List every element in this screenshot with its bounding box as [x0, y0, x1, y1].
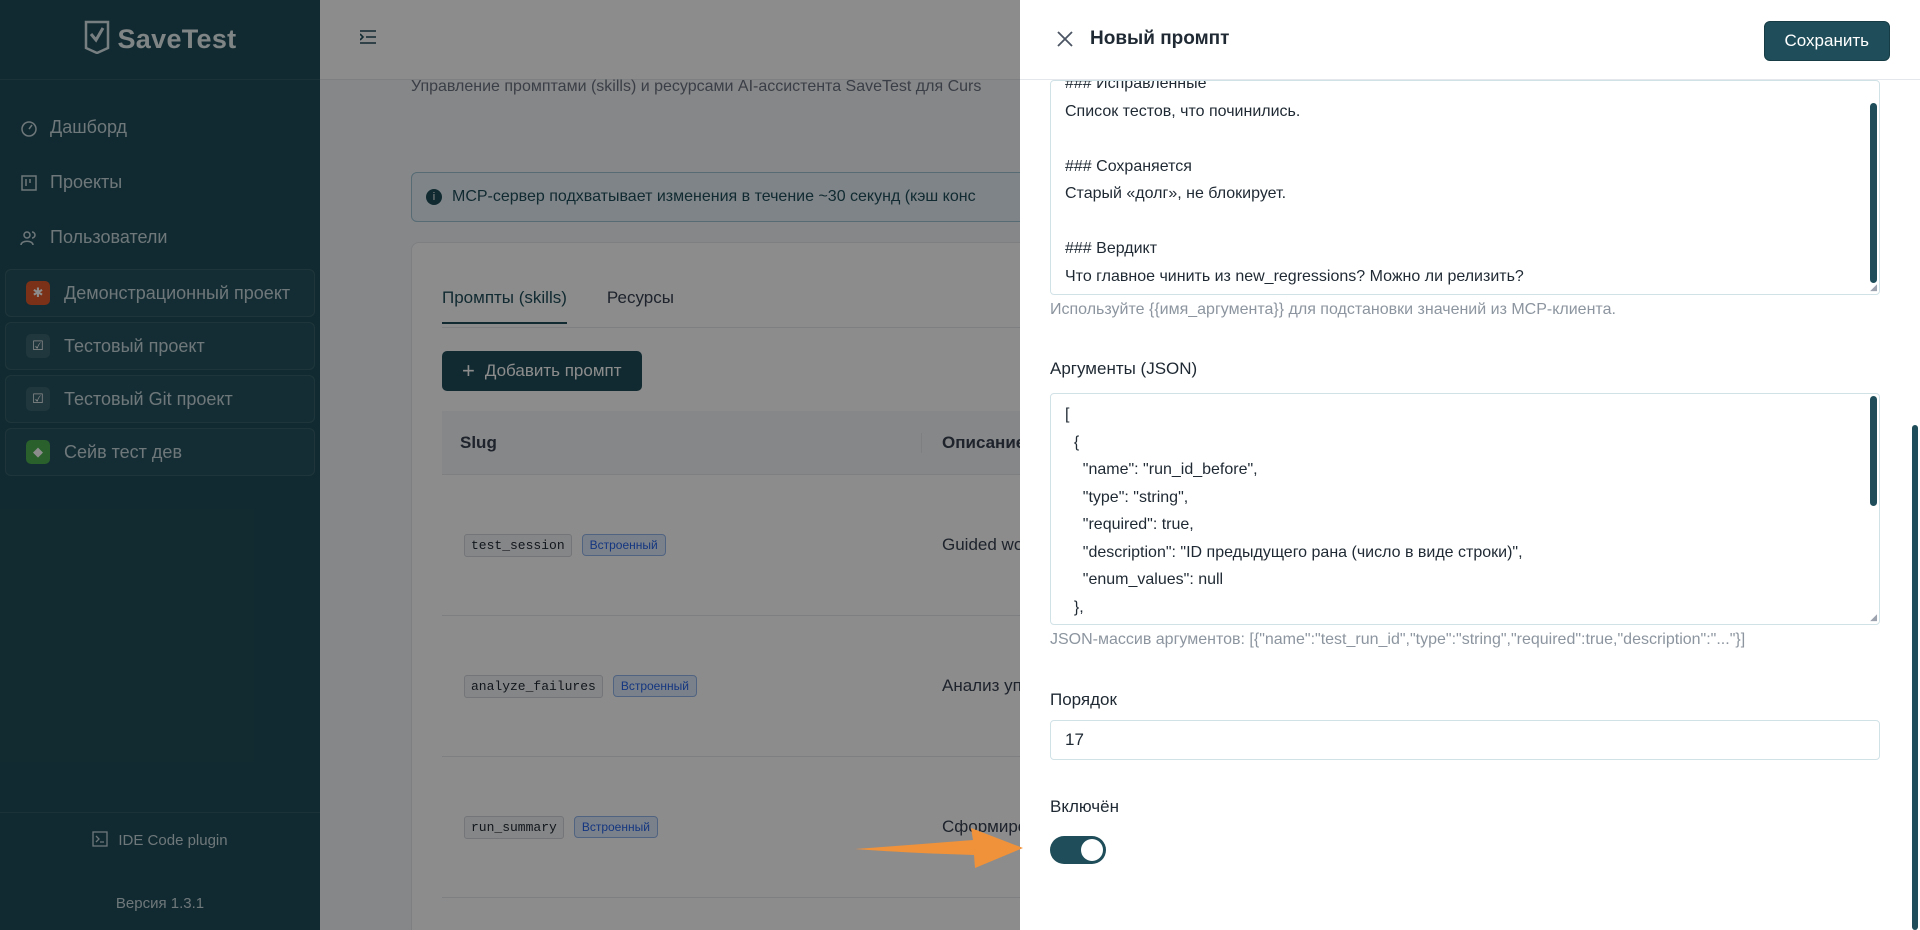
- arguments-field: [ { "name": "run_id_before", "type": "st…: [1050, 393, 1880, 649]
- order-input[interactable]: 17: [1050, 720, 1880, 760]
- close-icon[interactable]: [1054, 28, 1076, 50]
- order-field: Порядок 17: [1050, 690, 1880, 760]
- arguments-hint: JSON-массив аргументов: [{"name":"test_r…: [1050, 631, 1746, 648]
- enabled-field: Включён: [1050, 797, 1880, 817]
- drawer-scrollbar-thumb[interactable]: [1912, 425, 1918, 930]
- drawer-header: Новый промпт Сохранить: [1020, 0, 1920, 80]
- drawer-title: Новый промпт: [1090, 28, 1230, 49]
- save-button[interactable]: Сохранить: [1763, 21, 1890, 61]
- order-label: Порядок: [1050, 690, 1117, 709]
- template-text: ### Исправленные Список тестов, что почи…: [1065, 80, 1524, 285]
- template-hint: Используйте {{имя_аргумента}} для подста…: [1050, 301, 1616, 318]
- toggle-knob: [1081, 839, 1103, 861]
- template-field: ### Исправленные Список тестов, что почи…: [1050, 80, 1880, 319]
- template-textarea[interactable]: ### Исправленные Список тестов, что почи…: [1050, 80, 1880, 295]
- textarea-scrollbar[interactable]: [1870, 103, 1877, 283]
- enabled-toggle[interactable]: [1050, 836, 1106, 864]
- annotation-arrow-icon: [855, 828, 1023, 868]
- resize-handle[interactable]: ◢: [1870, 612, 1877, 623]
- arguments-label: Аргументы (JSON): [1050, 359, 1198, 378]
- textarea-scrollbar[interactable]: [1870, 396, 1877, 506]
- arguments-text: [ { "name": "run_id_before", "type": "st…: [1065, 406, 1523, 616]
- new-prompt-drawer: Новый промпт Сохранить ### Исправленные …: [1020, 0, 1920, 930]
- resize-handle[interactable]: ◢: [1870, 282, 1877, 293]
- modal-backdrop[interactable]: [0, 0, 1020, 930]
- arguments-label-field: Аргументы (JSON): [1050, 359, 1880, 379]
- drawer-scrollbar[interactable]: [1912, 80, 1920, 930]
- arguments-textarea[interactable]: [ { "name": "run_id_before", "type": "st…: [1050, 393, 1880, 625]
- enabled-label: Включён: [1050, 797, 1119, 816]
